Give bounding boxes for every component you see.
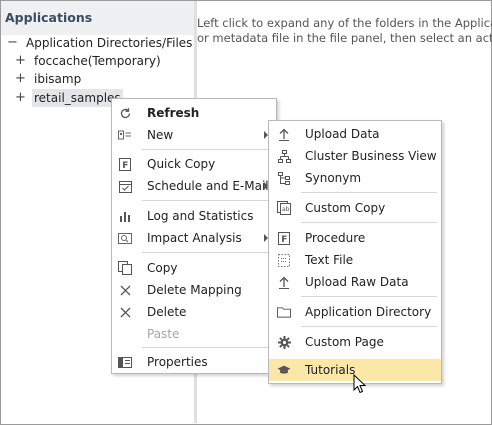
menu-item-schedule-email[interactable]: Schedule and E-Mail xyxy=(112,175,276,197)
submenu-item-synonym[interactable]: Synonym xyxy=(269,167,441,189)
graduation-cap-icon xyxy=(277,363,291,377)
upload-raw-icon xyxy=(277,275,291,289)
menu-item-properties[interactable]: Properties xyxy=(112,351,276,373)
expand-toggle[interactable]: + xyxy=(15,89,26,107)
synonym-icon xyxy=(277,171,291,185)
upload-icon xyxy=(277,127,291,141)
svg-text:F: F xyxy=(122,161,128,171)
properties-icon xyxy=(118,355,132,369)
submenu-item-procedure[interactable]: F Procedure xyxy=(269,227,441,249)
expand-toggle[interactable]: + xyxy=(15,70,26,88)
menu-separator xyxy=(142,252,274,253)
svg-text:ab: ab xyxy=(282,206,290,213)
tree-item-label[interactable]: foccache(Temporary) xyxy=(34,52,161,70)
menu-item-delete[interactable]: Delete xyxy=(112,301,276,323)
new-icon xyxy=(118,128,132,142)
submenu-item-upload-data[interactable]: Upload Data xyxy=(269,123,441,145)
menu-item-delete-mapping[interactable]: Delete Mapping xyxy=(112,279,276,301)
delete-icon xyxy=(118,305,132,319)
custom-copy-icon: ab xyxy=(277,201,291,215)
collapse-toggle[interactable]: − xyxy=(7,34,18,52)
impact-analysis-icon xyxy=(118,231,132,245)
menu-separator xyxy=(142,149,274,150)
menu-item-impact-analysis[interactable]: Impact Analysis xyxy=(112,227,276,249)
copy-icon xyxy=(118,261,132,275)
submenu-item-custom-page[interactable]: Custom Page xyxy=(269,331,441,353)
calendar-icon xyxy=(118,179,132,193)
menu-item-new[interactable]: New xyxy=(112,124,276,146)
submenu-item-text-file[interactable]: Text File xyxy=(269,249,441,271)
menu-item-quick-copy[interactable]: F Quick Copy xyxy=(112,153,276,175)
expand-toggle[interactable]: + xyxy=(15,52,26,70)
context-menu: Refresh New F Quick Copy Schedule and E-… xyxy=(111,98,277,374)
instructions-line: Left click to expand any of the folders … xyxy=(197,16,492,30)
mouse-cursor-icon xyxy=(353,374,367,394)
menu-item-copy[interactable]: Copy xyxy=(112,257,276,279)
menu-separator xyxy=(301,222,437,223)
quick-copy-icon: F xyxy=(118,157,132,171)
tree-item-label[interactable]: retail_samples xyxy=(32,89,123,107)
menu-separator xyxy=(142,347,274,348)
cluster-icon xyxy=(277,149,291,163)
menu-item-log-statistics[interactable]: Log and Statistics xyxy=(112,205,276,227)
refresh-icon xyxy=(118,106,132,120)
tree-item-label[interactable]: ibisamp xyxy=(34,70,81,88)
text-file-icon xyxy=(277,253,291,267)
svg-text:F: F xyxy=(281,235,287,245)
gear-icon xyxy=(277,335,291,349)
menu-item-refresh[interactable]: Refresh xyxy=(112,102,276,124)
tree-root-label[interactable]: Application Directories/Files xyxy=(26,34,192,52)
submenu-item-custom-copy[interactable]: ab Custom Copy xyxy=(269,197,441,219)
new-submenu: Upload Data Cluster Business View Synony… xyxy=(268,120,442,384)
instructions-text: Left click to expand any of the folders … xyxy=(197,16,492,46)
submenu-item-upload-raw-data[interactable]: Upload Raw Data xyxy=(269,271,441,293)
menu-separator xyxy=(301,326,437,327)
submenu-item-application-directory[interactable]: Application Directory xyxy=(269,301,441,323)
bar-chart-icon xyxy=(118,209,132,223)
panel-title: Applications xyxy=(1,1,194,35)
folder-icon xyxy=(277,305,291,319)
menu-separator xyxy=(142,200,274,201)
menu-separator xyxy=(301,192,437,193)
procedure-icon: F xyxy=(277,231,291,245)
menu-item-paste: Paste xyxy=(147,327,180,341)
instructions-line: or metadata file in the file panel, then… xyxy=(197,31,492,45)
submenu-item-cluster-business-view[interactable]: Cluster Business View xyxy=(269,145,441,167)
delete-mapping-icon xyxy=(118,283,132,297)
menu-separator xyxy=(301,296,437,297)
